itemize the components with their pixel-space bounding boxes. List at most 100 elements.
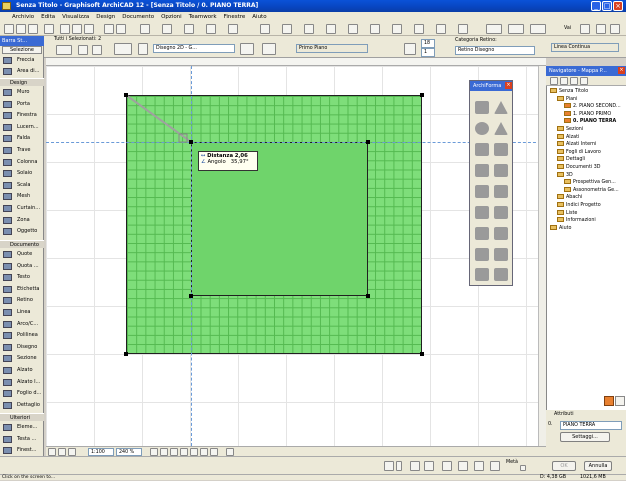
section-documento[interactable]: Documento — [0, 240, 44, 248]
next-zoom-icon[interactable] — [200, 448, 208, 456]
tool-etichetta[interactable]: Etichetta — [0, 284, 44, 295]
pen-icon[interactable] — [240, 43, 254, 55]
cone-shape-icon[interactable] — [494, 122, 508, 135]
tool-marquee[interactable]: Area di... — [0, 66, 44, 77]
schedule-icon[interactable] — [436, 24, 446, 34]
section-view-icon[interactable] — [326, 24, 336, 34]
previous-zoom-icon[interactable] — [190, 448, 198, 456]
tool-retino[interactable]: Retino — [0, 295, 44, 306]
tab-icon[interactable] — [48, 448, 56, 456]
pan-icon[interactable] — [170, 448, 178, 456]
elevation-icon[interactable] — [348, 24, 358, 34]
redo-icon[interactable] — [116, 24, 126, 34]
new-file-icon[interactable] — [4, 24, 14, 34]
ortho-icon[interactable] — [596, 24, 606, 34]
pen-color-icon[interactable] — [404, 43, 416, 55]
tool-falda[interactable]: Falda — [0, 133, 44, 144]
ok-button[interactable]: OK — [552, 461, 576, 471]
half-cylinder-shape-icon[interactable] — [494, 164, 508, 177]
sweep-tool-icon[interactable] — [494, 248, 508, 261]
vertex-handle[interactable] — [189, 140, 193, 144]
boolean-tool-icon[interactable] — [475, 268, 489, 281]
vertex-handle[interactable] — [124, 352, 128, 356]
maximize-button[interactable]: □ — [602, 1, 612, 11]
special-snap-icon[interactable] — [474, 461, 484, 471]
menu-documento[interactable]: Documento — [122, 14, 154, 20]
torus-shape-icon[interactable] — [475, 185, 489, 198]
settings-button[interactable]: Settaggi... — [560, 432, 610, 442]
twist-shape-icon[interactable] — [494, 227, 508, 240]
tool-lucern[interactable]: Lucern... — [0, 122, 44, 133]
layers-icon[interactable] — [260, 24, 270, 34]
floor-plan-icon[interactable] — [304, 24, 314, 34]
display-mode-select[interactable]: Disegno 2D - G... — [153, 44, 235, 53]
box-shape-icon[interactable] — [475, 101, 489, 114]
mouse-constraint-icon[interactable] — [458, 461, 468, 471]
palette-close-icon[interactable]: × — [505, 82, 512, 89]
go-to-label[interactable]: Vai — [564, 26, 571, 31]
fit-window-icon[interactable] — [68, 448, 76, 456]
grid-snap-icon[interactable] — [228, 24, 238, 34]
revolve-shape-icon[interactable] — [494, 185, 508, 198]
vertex-handle[interactable] — [420, 352, 424, 356]
tool-curtain[interactable]: Curtain... — [0, 203, 44, 214]
solid-edit-icon[interactable] — [494, 268, 508, 281]
tool-mesh[interactable]: Mesh — [0, 191, 44, 202]
nav-item-aiuto[interactable]: Aiuto — [550, 224, 571, 233]
tool-testa[interactable]: Testa ... — [0, 434, 44, 445]
tool-finestra[interactable]: Finestra — [0, 110, 44, 121]
menu-aiuto[interactable]: Aiuto — [252, 14, 266, 20]
menu-visualizza[interactable]: Visualizza — [62, 14, 89, 20]
minimize-button[interactable]: _ — [591, 1, 601, 11]
zoom-field[interactable]: 240 % — [116, 448, 142, 456]
guide-line-icon[interactable] — [140, 24, 150, 34]
cylinder-shape-icon[interactable] — [494, 143, 508, 156]
print-icon[interactable] — [44, 24, 54, 34]
teamwork-icon[interactable] — [458, 24, 468, 34]
archicad-app-icon[interactable] — [2, 2, 11, 10]
line-snap-icon[interactable] — [410, 461, 420, 471]
half-snap-label[interactable]: Metà — [506, 460, 518, 465]
vertex-handle[interactable] — [366, 294, 370, 298]
open-file-icon[interactable] — [16, 24, 26, 34]
arrange-icon[interactable] — [138, 43, 148, 55]
hexagon-shape-icon[interactable] — [475, 206, 489, 219]
publisher-sets-icon[interactable] — [580, 77, 588, 85]
snap-icon[interactable] — [206, 24, 216, 34]
layer-select[interactable]: Primo Piano — [296, 44, 368, 53]
section-design[interactable]: Design — [0, 78, 44, 86]
loft-shape-icon[interactable] — [494, 206, 508, 219]
view-map-icon[interactable] — [560, 77, 568, 85]
tool-arco-c[interactable]: Arco/C... — [0, 319, 44, 330]
tool-foglio-d[interactable]: Foglio d... — [0, 388, 44, 399]
tool-alzato-i[interactable]: Alzato I... — [0, 377, 44, 388]
tool-oggetto[interactable]: Oggetto — [0, 226, 44, 237]
tool-arrow[interactable]: Freccia — [0, 55, 44, 66]
layout-icon[interactable] — [370, 24, 380, 34]
tool-testo[interactable]: Testo — [0, 272, 44, 283]
zoom-in-icon[interactable] — [150, 448, 158, 456]
selection-button[interactable]: Selezione — [2, 46, 42, 54]
fill-settings-icon[interactable] — [114, 43, 132, 55]
pen-number-field[interactable]: 18 — [421, 39, 435, 48]
navigator-icon[interactable] — [486, 24, 502, 34]
navigator-close-icon[interactable]: × — [618, 67, 625, 74]
cut-icon[interactable] — [60, 24, 70, 34]
tool-dettaglio[interactable]: Dettaglio — [0, 400, 44, 411]
delete-view-icon[interactable] — [615, 396, 625, 406]
worksheet-icon[interactable] — [414, 24, 424, 34]
guide-icon[interactable] — [490, 461, 500, 471]
snap-options-icon[interactable] — [520, 465, 526, 471]
tool-polilinea[interactable]: Polilinea — [0, 330, 44, 341]
attribute-name-field[interactable]: PIANO TERRA — [560, 421, 622, 430]
undo-icon[interactable] — [104, 24, 114, 34]
publisher-icon[interactable] — [530, 24, 546, 34]
mirror-icon[interactable] — [92, 45, 102, 55]
tool-quote[interactable]: Quote — [0, 249, 44, 260]
geometry-method-icon[interactable] — [56, 45, 72, 55]
tool-scala[interactable]: Scala — [0, 180, 44, 191]
canvas-vertical-scrollbar[interactable] — [538, 66, 546, 446]
scale-field[interactable]: 1:100 — [88, 448, 114, 456]
copy-icon[interactable] — [72, 24, 82, 34]
section-ulteriori[interactable]: Ulteriori — [0, 413, 44, 421]
